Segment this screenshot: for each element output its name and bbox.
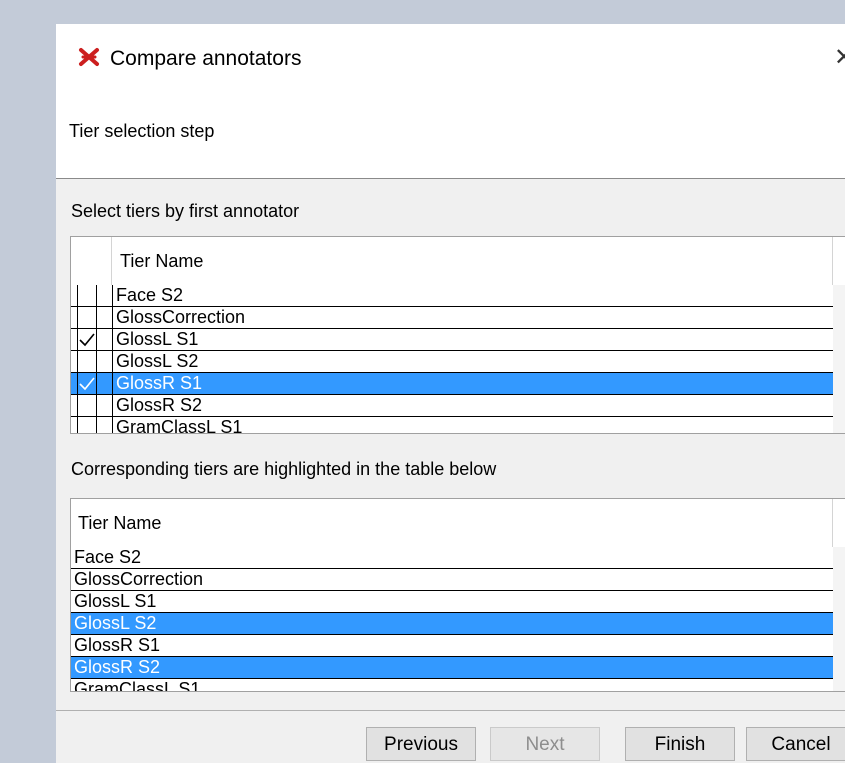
tier-row[interactable]: GramClassL S1	[71, 417, 833, 433]
tier-name-cell-second: Face S2	[74, 547, 142, 567]
window-title: Compare annotators	[110, 47, 302, 70]
tier-checkbox[interactable]	[77, 329, 97, 350]
corresponding-tiers-label: Corresponding tiers are highlighted in t…	[71, 459, 497, 479]
tier-checkbox[interactable]	[77, 307, 97, 328]
checkbox-column-header[interactable]	[71, 237, 112, 286]
first-table-rows: Face S2 GlossCorrection GlossL S1 GlossL S2…	[71, 285, 833, 433]
tier-row[interactable]: GlossL S2	[71, 351, 833, 373]
tier-name-cell-second: GlossCorrection	[74, 569, 204, 589]
tier-row[interactable]: GlossL S1	[71, 329, 833, 351]
step-title: Tier selection step	[69, 121, 215, 141]
tier-row-second[interactable]: GlossL S1	[71, 591, 833, 613]
tier-row-second[interactable]: GlossR S2	[71, 657, 833, 679]
tier-row-second[interactable]: GlossR S1	[71, 635, 833, 657]
second-annotator-tier-table: Tier Name Face S2 GlossCorrection GlossL S…	[70, 498, 845, 692]
tier-name-cell: Face S2	[112, 285, 832, 306]
compare-annotators-dialog: Compare annotators ✕ Tier selection step…	[56, 24, 845, 763]
tier-row[interactable]: GlossR S2	[71, 395, 833, 417]
column-header-label-2: Tier Name	[78, 513, 162, 533]
tier-row[interactable]: Face S2	[71, 285, 833, 307]
tier-row-second[interactable]: GramClassL S1	[71, 679, 833, 692]
next-button: Next	[490, 727, 600, 761]
dialog-footer: Previous Next Finish Cancel	[56, 710, 845, 763]
tier-checkbox[interactable]	[77, 417, 97, 433]
tier-name-column-header[interactable]: Tier Name	[112, 237, 833, 286]
tier-name-column-header-2[interactable]: Tier Name	[71, 499, 833, 548]
tier-name-cell: GlossR S1	[112, 373, 832, 394]
tier-row-second[interactable]: GlossL S2	[71, 613, 833, 635]
tier-name-cell-second: GlossL S2	[74, 613, 157, 633]
tier-name-cell: GlossCorrection	[112, 307, 832, 328]
step-header: Tier selection step	[56, 94, 845, 179]
tier-checkbox[interactable]	[77, 351, 97, 372]
tier-checkbox[interactable]	[77, 285, 97, 306]
previous-button[interactable]: Previous	[366, 727, 476, 761]
checkmark-icon	[79, 377, 95, 391]
tier-name-cell: GlossR S2	[112, 395, 832, 416]
column-header-label: Tier Name	[120, 251, 204, 271]
second-table-scrollbar[interactable]	[833, 547, 845, 691]
cancel-button[interactable]: Cancel	[746, 727, 845, 761]
tier-row[interactable]: GlossR S1	[71, 373, 833, 395]
tier-name-cell: GlossL S1	[112, 329, 832, 350]
tier-row-second[interactable]: GlossCorrection	[71, 569, 833, 591]
tier-name-cell: GlossL S2	[112, 351, 832, 372]
elan-crossed-icon	[79, 48, 99, 66]
checkmark-icon	[79, 333, 95, 347]
tier-name-cell-second: GramClassL S1	[74, 679, 201, 692]
title-bar: Compare annotators ✕	[56, 24, 845, 94]
tier-name-cell-second: GlossR S1	[74, 635, 161, 655]
first-annotator-tier-table: Tier Name Face S2 GlossCorrection GlossL S…	[70, 236, 845, 434]
tier-name-cell: GramClassL S1	[112, 417, 832, 433]
tier-row-second[interactable]: Face S2	[71, 547, 833, 569]
second-table-rows: Face S2 GlossCorrection GlossL S1 GlossL S2…	[71, 547, 833, 692]
tier-checkbox[interactable]	[77, 373, 97, 394]
tier-name-cell-second: GlossL S1	[74, 591, 157, 611]
tier-row[interactable]: GlossCorrection	[71, 307, 833, 329]
close-icon[interactable]: ✕	[834, 44, 845, 72]
tier-checkbox[interactable]	[77, 395, 97, 416]
first-annotator-label: Select tiers by first annotator	[71, 201, 300, 221]
tier-name-cell-second: GlossR S2	[74, 657, 161, 677]
finish-button[interactable]: Finish	[625, 727, 735, 761]
first-table-scrollbar[interactable]	[833, 285, 845, 433]
